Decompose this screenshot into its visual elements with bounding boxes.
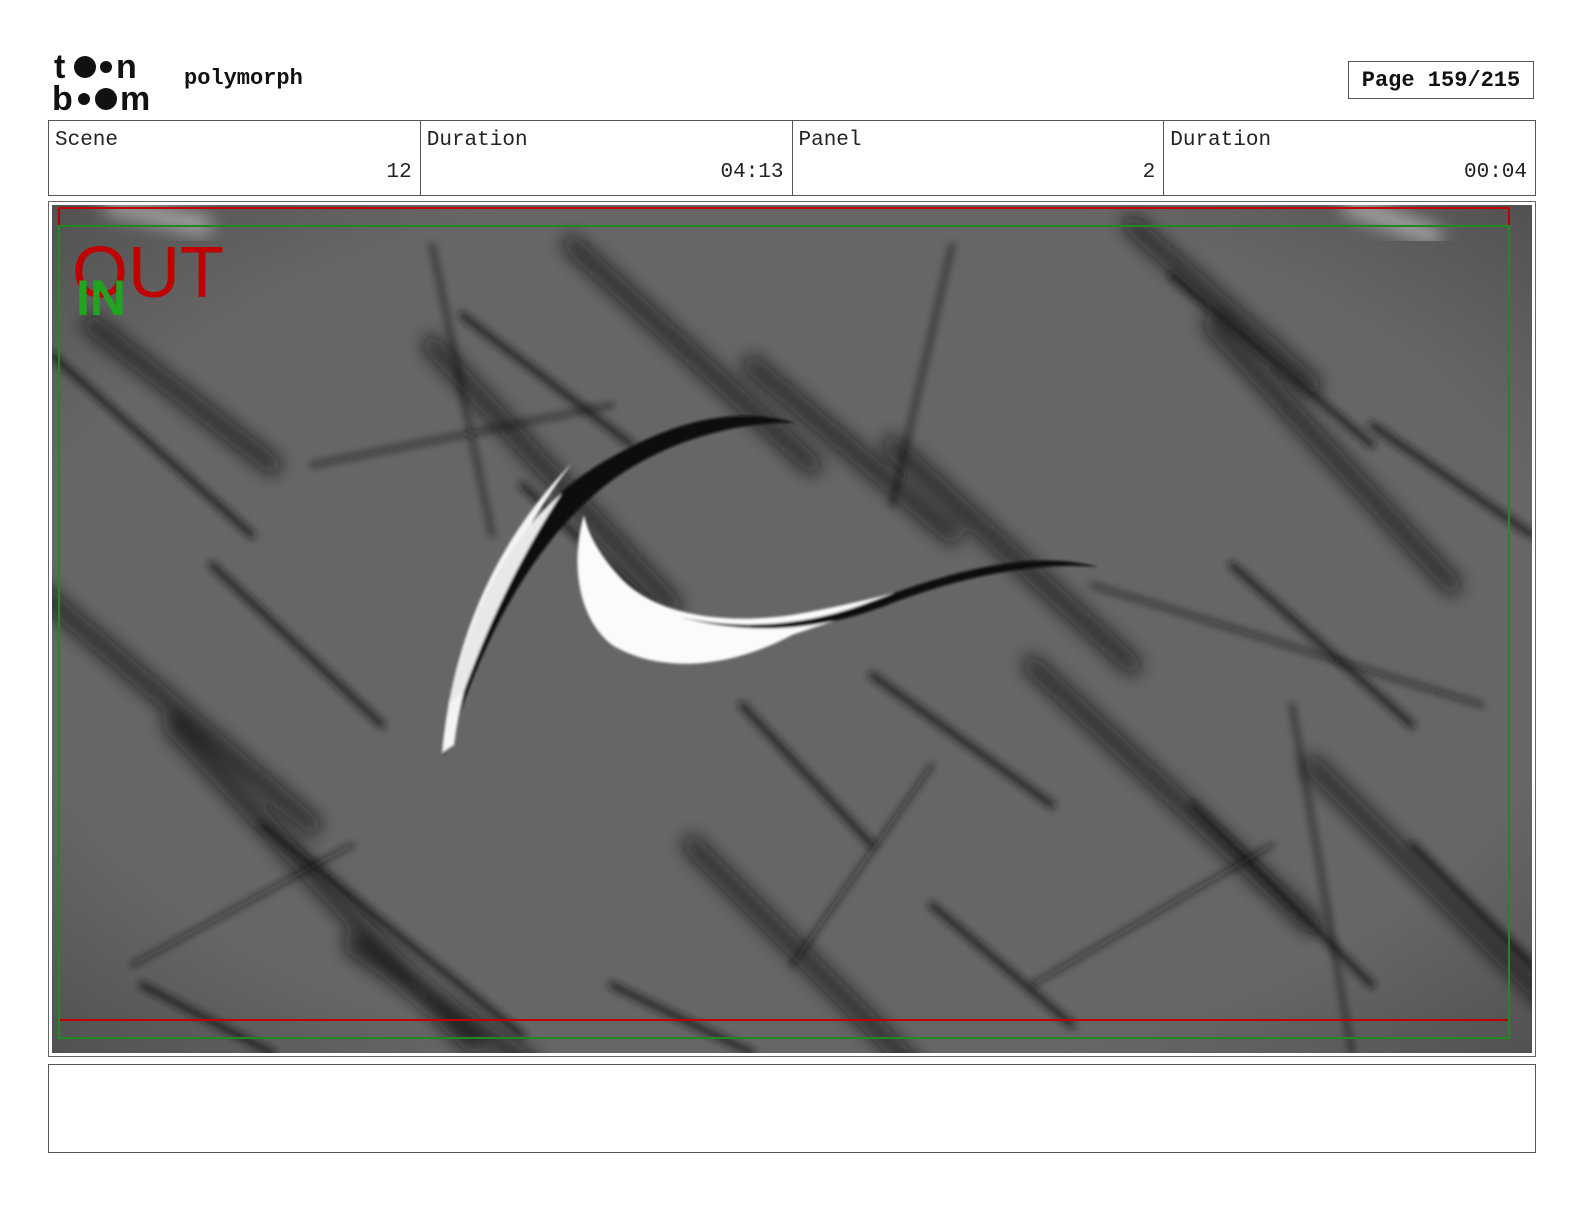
panel-label: Panel <box>798 129 862 152</box>
storyboard-panel-image: OUT IN <box>52 205 1532 1053</box>
notes-box <box>48 1064 1536 1153</box>
svg-text:m: m <box>120 80 150 114</box>
page-number-label: Page 159/215 <box>1361 67 1521 93</box>
panel-duration-cell: Duration 00:04 <box>1164 121 1535 195</box>
panel-duration-value: 00:04 <box>1463 161 1527 184</box>
scene-label: Scene <box>55 129 119 152</box>
scene-duration-cell: Duration 04:13 <box>421 121 793 195</box>
panel-duration-label: Duration <box>1170 129 1272 152</box>
toonboom-logo: t n b m <box>52 48 150 114</box>
scene-value: 12 <box>386 161 412 184</box>
scene-duration-label: Duration <box>426 129 528 152</box>
svg-text:b: b <box>52 80 73 114</box>
project-title: polymorph <box>184 66 303 91</box>
scene-duration-value: 04:13 <box>720 161 784 184</box>
page-number: Page 159/215 <box>1348 61 1534 99</box>
in-label: IN <box>76 270 126 326</box>
panel-value: 2 <box>1142 161 1156 184</box>
scene-cell: Scene 12 <box>49 121 421 195</box>
panel-cell: Panel 2 <box>793 121 1165 195</box>
panel-info-table: Scene 12 Duration 04:13 Panel 2 Duration… <box>48 120 1536 196</box>
